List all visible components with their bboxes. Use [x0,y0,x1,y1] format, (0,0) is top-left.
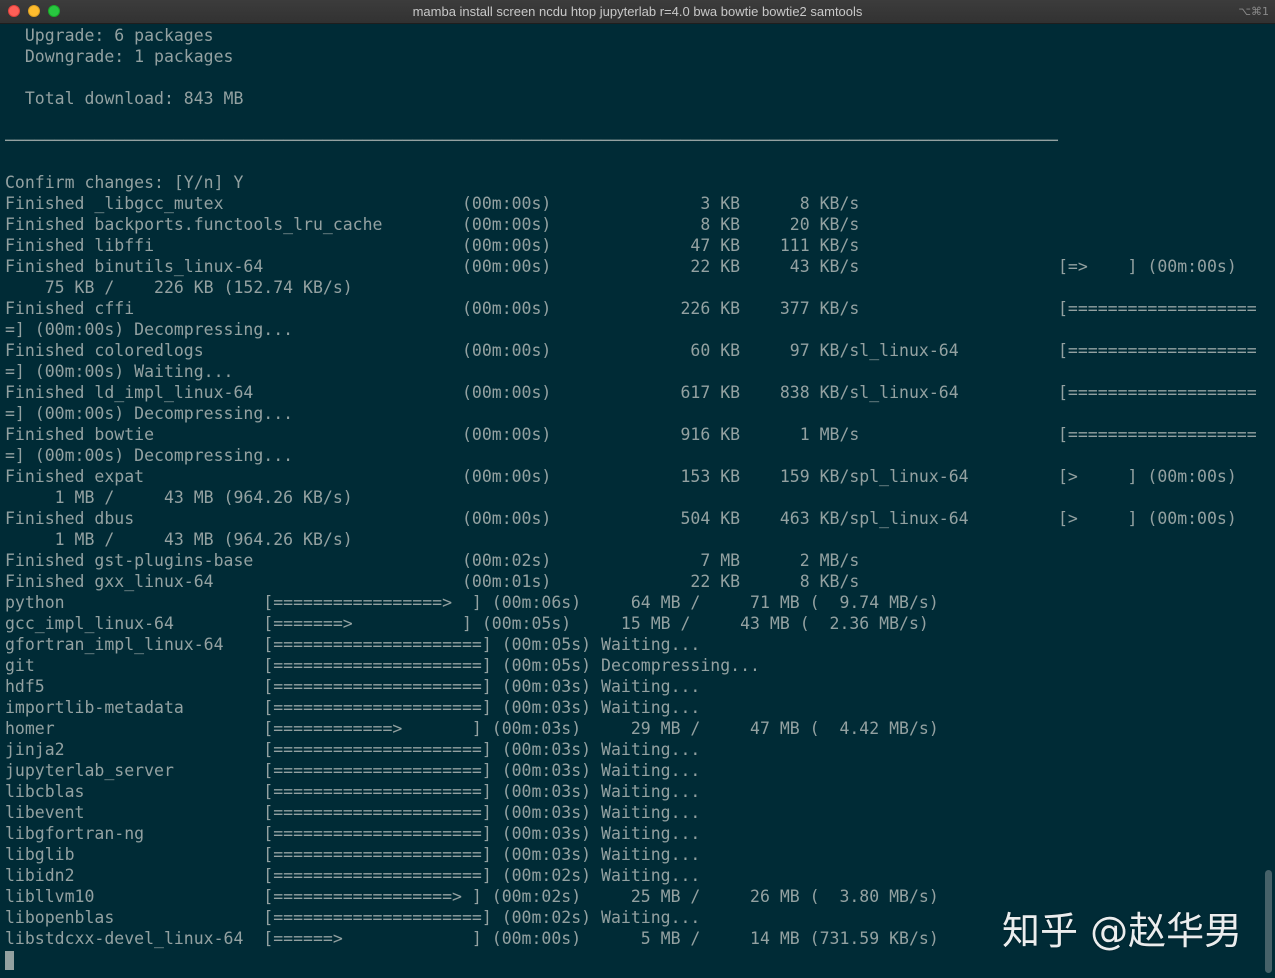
terminal-line: Finished gst-plugins-base (00m:02s) 7 MB… [5,551,860,570]
terminal-line: libidn2 [=====================] (00m:02s… [5,866,701,885]
terminal-line: Finished cffi (00m:00s) 226 KB 377 KB/s … [5,299,1257,318]
terminal-line: 75 KB / 226 KB (152.74 KB/s) [5,278,353,297]
terminal-line: Finished ld_impl_linux-64 (00m:00s) 617 … [5,383,1257,402]
terminal-line: Downgrade: 1 packages [5,47,234,66]
terminal-line: homer [============> ] (00m:03s) 29 MB /… [5,719,939,738]
terminal-line: libgfortran-ng [=====================] (… [5,824,701,843]
terminal-line: Finished binutils_linux-64 (00m:00s) 22 … [5,257,1237,276]
terminal-output[interactable]: Upgrade: 6 packages Downgrade: 1 package… [5,25,1257,975]
terminal-window: mamba install screen ncdu htop jupyterla… [0,0,1275,978]
terminal-line: =] (00m:00s) Waiting... [5,362,234,381]
terminal-line: libglib [=====================] (00m:03s… [5,845,701,864]
terminal-line: gcc_impl_linux-64 [=======> ] (00m:05s) … [5,614,929,633]
terminal-line: Finished _libgcc_mutex (00m:00s) 3 KB 8 … [5,194,860,213]
terminal-line: Upgrade: 6 packages [5,26,214,45]
terminal-line: jupyterlab_server [=====================… [5,761,701,780]
window-shortcut-label: ⌥⌘1 [1238,5,1269,18]
terminal-line: gfortran_impl_linux-64 [================… [5,635,701,654]
terminal-line: =] (00m:00s) Decompressing... [5,404,294,423]
terminal-line: jinja2 [=====================] (00m:03s)… [5,740,701,759]
terminal-line: Finished backports.functools_lru_cache (… [5,215,860,234]
text-cursor [5,951,14,970]
terminal-line: Finished bowtie (00m:00s) 916 KB 1 MB/s … [5,425,1257,444]
terminal-line: libevent [=====================] (00m:03… [5,803,701,822]
terminal-line: hdf5 [=====================] (00m:03s) W… [5,677,701,696]
terminal-line: importlib-metadata [====================… [5,698,701,717]
terminal-line: Finished gxx_linux-64 (00m:01s) 22 KB 8 … [5,572,860,591]
window-title: mamba install screen ncdu htop jupyterla… [412,4,863,19]
terminal-line: Finished coloredlogs (00m:00s) 60 KB 97 … [5,341,1257,360]
terminal-line: ────────────────────────────────────────… [5,131,1058,150]
terminal-line: Finished libffi (00m:00s) 47 KB 111 KB/s [5,236,860,255]
scrollbar-thumb[interactable] [1265,870,1272,973]
terminal-line: 1 MB / 43 MB (964.26 KB/s) [5,488,353,507]
terminal-line: =] (00m:00s) Decompressing... [5,320,294,339]
terminal-line: git [=====================] (00m:05s) De… [5,656,760,675]
terminal-line: Finished expat (00m:00s) 153 KB 159 KB/s… [5,467,1237,486]
watermark: 知乎 @赵华男 [1002,909,1243,953]
terminal-line: 1 MB / 43 MB (964.26 KB/s) [5,530,353,549]
terminal-line: libcblas [=====================] (00m:03… [5,782,701,801]
terminal-line: Total download: 843 MB [5,89,244,108]
terminal-line: =] (00m:00s) Decompressing... [5,446,294,465]
terminal-line: python [=================> ] (00m:06s) 6… [5,593,939,612]
terminal-line: Finished dbus (00m:00s) 504 KB 463 KB/sp… [5,509,1237,528]
terminal-line: Confirm changes: [Y/n] Y [5,173,244,192]
title-bar: mamba install screen ncdu htop jupyterla… [0,0,1275,24]
